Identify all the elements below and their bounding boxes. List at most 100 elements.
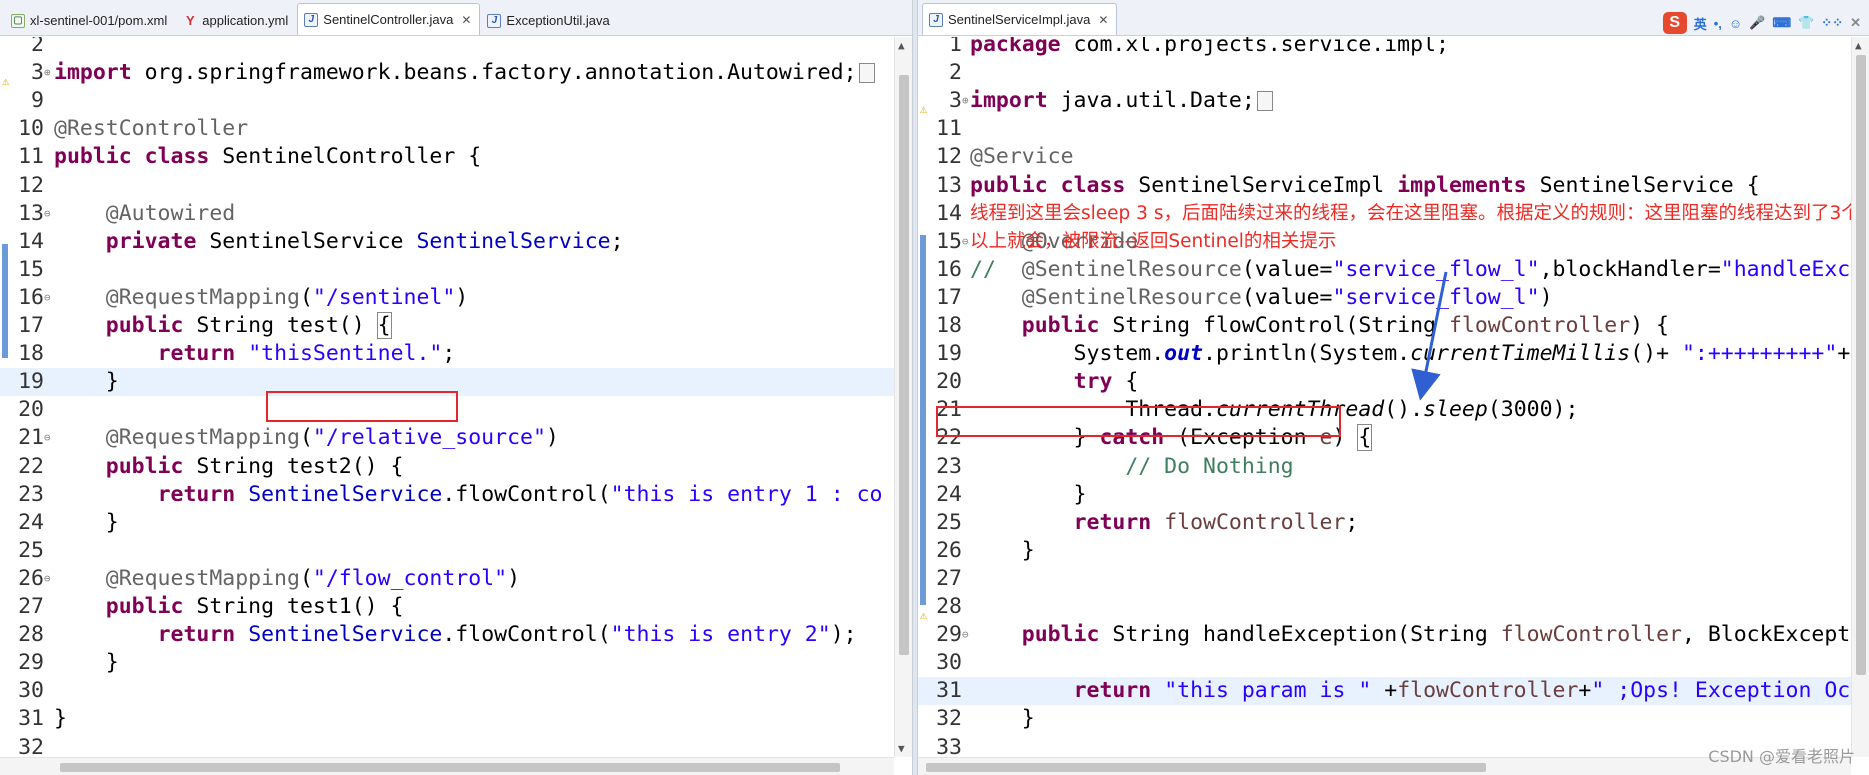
tab-xl-sentinel-001-pom-xml[interactable]: ▢ xl-sentinel-001/pom.xml bbox=[4, 5, 176, 35]
code-line[interactable]: 31 return "this param is " +flowControll… bbox=[918, 677, 1851, 706]
code-line[interactable]: 23 // Do Nothing bbox=[918, 453, 1851, 481]
ime-close-icon[interactable]: ✕ bbox=[1850, 15, 1861, 31]
code-line[interactable]: 27 public String test1() { bbox=[0, 593, 894, 621]
code-line[interactable]: 11 bbox=[918, 115, 1851, 143]
ime-menu-icon[interactable]: ⁘⁘ bbox=[1821, 15, 1843, 31]
code-line[interactable]: 22 } catch (Exception e) { bbox=[918, 424, 1851, 452]
warning-marker-icon[interactable]: ⚠ bbox=[920, 95, 932, 116]
code-line[interactable]: 18 return "thisSentinel."; bbox=[0, 340, 894, 368]
scroll-up-arrow-icon[interactable]: ▲ bbox=[898, 39, 905, 52]
tab-exceptionutil-java[interactable]: J ExceptionUtil.java bbox=[480, 5, 618, 35]
line-number: 17 bbox=[18, 313, 44, 338]
code-line[interactable]: 14 private SentinelService SentinelServi… bbox=[0, 228, 894, 256]
code-line[interactable]: 29 ⊖ public String handleException(String… bbox=[918, 621, 1851, 649]
code-line[interactable]: 3 ⊕ ⚠ import java.util.Date; bbox=[918, 87, 1851, 116]
line-number: 26 bbox=[936, 537, 962, 563]
ime-skin-icon[interactable]: 👕 bbox=[1798, 15, 1814, 31]
code-line[interactable]: 19 } bbox=[0, 368, 894, 397]
code-line[interactable]: 18 public String flowControl(String flow… bbox=[918, 312, 1851, 340]
code-line[interactable]: 20 try { bbox=[918, 368, 1851, 396]
left-code-editor[interactable]: 2 3 ⊕ ⚠ import org.springframework.beans.fac… bbox=[0, 37, 894, 757]
code-line[interactable]: 24 } bbox=[918, 481, 1851, 509]
right-hscroll-thumb[interactable] bbox=[926, 763, 1486, 772]
code-text: } bbox=[970, 537, 1035, 563]
tab-sentinelcontroller-java[interactable]: J SentinelController.java ✕ bbox=[297, 3, 481, 35]
code-line[interactable]: 29 } bbox=[0, 649, 894, 677]
tab-application-yml[interactable]: Yapplication.yml bbox=[176, 5, 297, 35]
code-text: public class SentinelServiceImpl impleme… bbox=[970, 172, 1760, 198]
java-file-icon: J bbox=[929, 12, 943, 27]
fold-toggle-icon[interactable]: ⊖ bbox=[44, 200, 54, 228]
code-line[interactable]: 31} bbox=[0, 705, 894, 733]
code-line[interactable]: 9 bbox=[0, 87, 894, 115]
code-line[interactable]: 13 public class SentinelServiceImpl imple… bbox=[918, 172, 1851, 200]
code-line[interactable]: 10 @RestController bbox=[0, 115, 894, 143]
code-text: @Autowired bbox=[105, 200, 236, 226]
tab-label: SentinelController.java bbox=[323, 12, 454, 27]
code-line[interactable]: 1 package com.xl.projects.service.impl; bbox=[918, 37, 1851, 59]
code-line[interactable]: 25 return flowController; bbox=[918, 509, 1851, 537]
code-line[interactable]: 28 ⚠ bbox=[918, 593, 1851, 622]
line-number: 10 bbox=[18, 116, 44, 142]
code-line[interactable]: 16 ⊖ @RequestMapping("/sentinel") bbox=[0, 284, 894, 312]
code-line[interactable]: 12 bbox=[0, 172, 894, 200]
close-icon[interactable]: ✕ bbox=[461, 13, 471, 27]
right-vscroll-thumb[interactable] bbox=[1856, 55, 1866, 675]
left-vertical-scrollbar[interactable]: ▲ ▼ bbox=[894, 37, 912, 757]
code-line[interactable]: 13 ⊖ @Autowired bbox=[0, 200, 894, 228]
tab-label: SentinelServiceImpl.java bbox=[948, 12, 1091, 27]
code-line[interactable]: 17 @SentinelResource(value="service_flow… bbox=[918, 284, 1851, 312]
code-line[interactable]: 21 Thread.currentThread().sleep(3000); bbox=[918, 396, 1851, 424]
fold-toggle-icon[interactable]: ⊖ bbox=[44, 424, 54, 452]
code-line[interactable]: 15 bbox=[0, 256, 894, 284]
line-number: 30 bbox=[18, 678, 44, 704]
code-line[interactable]: 2 bbox=[918, 59, 1851, 87]
right-vertical-scrollbar[interactable]: ▲ bbox=[1851, 37, 1869, 757]
ime-language-toggle[interactable]: 英 bbox=[1694, 14, 1707, 33]
code-line[interactable]: 30 bbox=[918, 649, 1851, 677]
line-number: 33 bbox=[936, 734, 962, 758]
tab-sentinelserviceimpl-java[interactable]: J SentinelServiceImpl.java ✕ bbox=[922, 3, 1118, 35]
fold-toggle-icon[interactable]: ⊖ bbox=[44, 284, 54, 312]
code-line[interactable]: 11 public class SentinelController { bbox=[0, 143, 894, 171]
code-line[interactable]: 20 bbox=[0, 396, 894, 424]
scroll-down-arrow-icon[interactable]: ▼ bbox=[898, 742, 905, 755]
sogou-logo-icon[interactable]: S bbox=[1662, 12, 1687, 34]
code-line[interactable]: 24 } bbox=[0, 509, 894, 537]
code-line[interactable]: 27 bbox=[918, 565, 1851, 593]
code-line[interactable]: 12 @Service bbox=[918, 143, 1851, 171]
line-number: 1 bbox=[949, 37, 962, 57]
left-vscroll-thumb[interactable] bbox=[899, 75, 909, 655]
warning-marker-icon[interactable]: ⚠ bbox=[2, 67, 14, 88]
code-line[interactable]: 30 bbox=[0, 677, 894, 705]
code-line[interactable]: 2 bbox=[0, 37, 894, 59]
code-line[interactable]: 32 bbox=[0, 734, 894, 758]
ime-voice-icon[interactable]: 🎤 bbox=[1749, 15, 1765, 31]
ime-punctuation-icon[interactable]: •, bbox=[1714, 16, 1722, 31]
code-line[interactable]: 21 ⊖ @RequestMapping("/relative_source") bbox=[0, 424, 894, 452]
ime-keyboard-icon[interactable]: ⌨ bbox=[1772, 15, 1791, 31]
close-icon[interactable]: ✕ bbox=[1098, 13, 1108, 27]
ime-emoji-icon[interactable]: ☺ bbox=[1729, 16, 1742, 31]
tab-label: ExceptionUtil.java bbox=[506, 13, 610, 28]
code-text: } bbox=[970, 481, 1087, 507]
fold-toggle-icon[interactable]: ⊕ bbox=[44, 59, 54, 87]
right-code-editor[interactable]: 1 package com.xl.projects.service.impl; 2 3… bbox=[918, 37, 1851, 757]
code-line[interactable]: 25 bbox=[0, 537, 894, 565]
left-horizontal-scrollbar[interactable] bbox=[0, 757, 894, 775]
code-line[interactable]: 3 ⊕ ⚠ import org.springframework.beans.fact… bbox=[0, 59, 894, 88]
code-line[interactable]: 16 // @SentinelResource(value="service_fl… bbox=[918, 256, 1851, 284]
fold-toggle-icon[interactable]: ⊖ bbox=[44, 565, 54, 593]
code-line[interactable]: 26 ⊖ @RequestMapping("/flow_control") bbox=[0, 565, 894, 593]
code-line[interactable]: 19 System.out.println(System.currentTime… bbox=[918, 340, 1851, 368]
code-line[interactable]: 23 return SentinelService.flowControl("t… bbox=[0, 481, 894, 509]
code-line[interactable]: 28 return SentinelService.flowControl("t… bbox=[0, 621, 894, 649]
left-hscroll-thumb[interactable] bbox=[60, 763, 840, 772]
scroll-up-arrow-icon[interactable]: ▲ bbox=[1855, 39, 1862, 52]
code-line[interactable]: 32 } bbox=[918, 705, 1851, 733]
code-line[interactable]: 22 public String test2() { bbox=[0, 453, 894, 481]
warning-marker-icon[interactable]: ⚠ bbox=[920, 601, 932, 622]
code-line[interactable]: 17 public String test() { bbox=[0, 312, 894, 340]
code-text: } bbox=[54, 509, 119, 535]
code-line[interactable]: 26 } bbox=[918, 537, 1851, 565]
